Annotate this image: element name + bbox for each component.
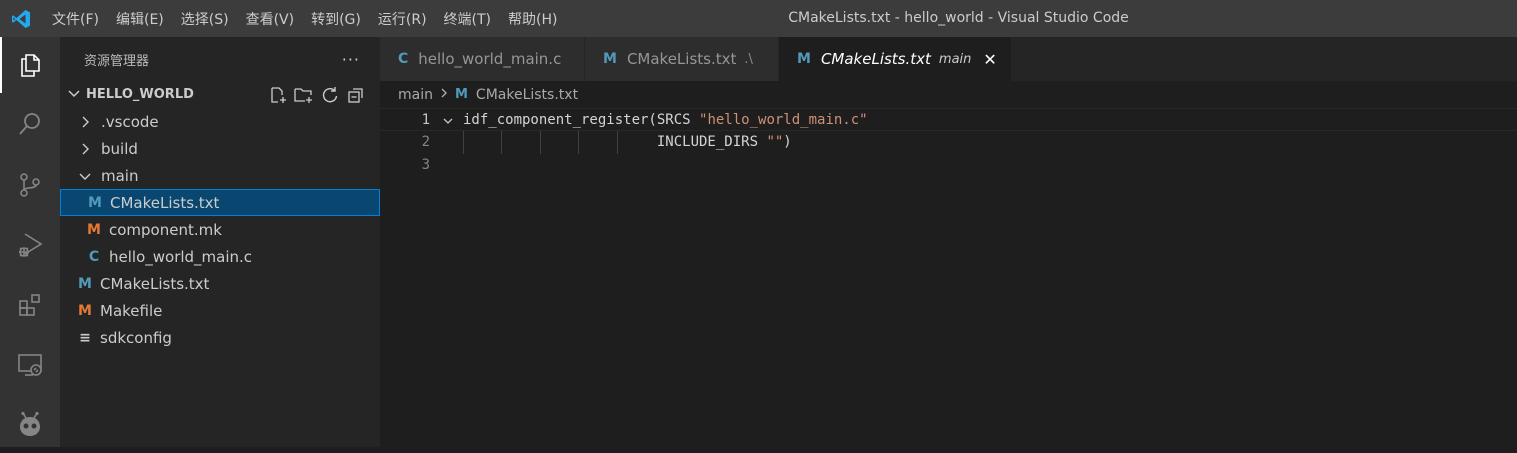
menu-item[interactable]: 文件(F) [52,9,108,29]
tree-item-label: CMakeLists.txt [100,274,210,293]
line-number: 1 [421,112,430,128]
makefile-icon: M [78,302,92,319]
tree-folder[interactable]: build [60,135,380,162]
explorer-header: 资源管理器 ··· [60,37,380,81]
tab-label: CMakeLists.txt [626,50,737,68]
explorer-sidebar: 资源管理器 ··· HELLO_WORLD .vscode build main M C… [60,37,380,447]
line-number: 2 [421,134,430,150]
collapse-all-icon[interactable] [346,85,366,105]
cmake-file-icon: M [88,194,102,211]
chevron-right-icon [439,87,449,103]
tree-file[interactable]: Mcomponent.mk [60,216,380,243]
activity-bar [0,37,60,447]
code-line[interactable]: 3 [380,154,1517,177]
code-editor[interactable]: 1 idf_component_register(SRCS "hello_worl… [380,108,1517,447]
code-token: ) [783,134,792,150]
tree-item-label: sdkconfig [100,328,172,347]
explorer-icon[interactable] [0,37,60,93]
code-token: idf_component_register(SRCS [463,112,700,128]
chevron-right-icon [77,115,93,129]
text-file-icon: ≡ [79,329,91,346]
code-line[interactable]: 2 INCLUDE_DIRS "") [380,131,1517,154]
tree-file[interactable]: ≡ sdkconfig [60,324,380,351]
tab-label: CMakeLists.txt [820,50,931,68]
cmake-file-icon: M [603,51,617,67]
menu-item[interactable]: 编辑(E) [116,9,173,29]
tab-description: .\ [744,51,753,67]
menu-item[interactable]: 转到(G) [311,9,370,29]
fold-chevron-icon[interactable] [440,109,456,132]
tree-file[interactable]: Chello_world_main.c [60,243,380,270]
string-literal: "hello_world_main.c" [699,112,868,128]
close-icon[interactable]: ✕ [983,50,996,69]
menu-item[interactable]: 运行(R) [378,9,436,29]
string-literal: "" [766,134,784,150]
breadcrumb-folder[interactable]: main [398,87,433,103]
tree-item-label: build [101,139,138,158]
tab-label: hello_world_main.c [418,50,562,68]
tree-file[interactable]: M CMakeLists.txt [60,270,380,297]
vscode-logo-icon [4,0,38,37]
menu-item[interactable]: 选择(S) [181,9,238,29]
title-bar: 文件(F) 编辑(E) 选择(S) 查看(V) 转到(G) 运行(R) 终端(T) 帮助(H)… [0,0,1517,37]
tree-folder[interactable]: .vscode [60,108,380,135]
cmake-file-icon: M [78,275,92,292]
menu-item[interactable]: 查看(V) [246,9,304,29]
chevron-down-icon [66,85,82,105]
line-number: 3 [421,157,430,173]
editor-tab[interactable]: M CMakeLists.txt .\ [585,37,779,81]
search-icon[interactable] [0,96,60,152]
more-actions-icon[interactable]: ··· [342,50,360,69]
code-text: idf_component_register(SRCS "hello_world… [463,109,868,132]
workspace-folder-header[interactable]: HELLO_WORLD [60,81,380,108]
menu-item[interactable]: 帮助(H) [508,9,566,29]
new-file-icon[interactable] [268,85,288,105]
source-control-icon[interactable] [0,157,60,213]
c-file-icon: C [88,248,100,265]
new-folder-icon[interactable] [294,85,314,105]
menu-item[interactable]: 终端(T) [444,9,500,29]
explorer-title: 资源管理器 [84,53,150,69]
editor-tab[interactable]: Chello_world_main.c [380,37,585,81]
breadcrumb-file[interactable]: CMakeLists.txt [476,87,578,103]
code-line[interactable]: 1 idf_component_register(SRCS "hello_worl… [380,108,1517,131]
tab-description: main [938,51,972,67]
extensions-icon[interactable] [0,277,60,333]
code-text: INCLUDE_DIRS "") [463,131,792,154]
chevron-down-icon [77,169,93,183]
tree-item-label: CMakeLists.txt [110,193,220,212]
tree-file[interactable]: M CMakeLists.txt [60,189,380,216]
cmake-file-icon: M [454,87,468,102]
tree-item-label: hello_world_main.c [109,247,253,266]
editor-tab-bar: Chello_world_main.c M CMakeLists.txt .\ M CMa… [380,37,1517,81]
tree-item-label: .vscode [101,112,159,131]
breadcrumb: main M CMakeLists.txt [380,81,578,108]
refresh-icon[interactable] [320,85,340,105]
file-tree: .vscode build main M CMakeLists.txt Mcomponen… [60,108,380,351]
tree-item-label: component.mk [109,220,222,239]
c-file-icon: C [398,51,409,67]
code-token: INCLUDE_DIRS [463,134,767,150]
tree-item-label: main [101,166,139,185]
makefile-icon: M [87,221,101,238]
menu-bar: 文件(F) 编辑(E) 选择(S) 查看(V) 转到(G) 运行(R) 终端(T) 帮助(H) [52,9,574,29]
run-debug-icon[interactable] [0,217,60,273]
editor-tab[interactable]: M CMakeLists.txt main ✕ [779,37,1012,81]
cmake-file-icon: M [797,51,811,67]
chevron-right-icon [77,142,93,156]
remote-explorer-icon[interactable] [0,337,60,393]
tree-folder[interactable]: main [60,162,380,189]
tree-file[interactable]: M Makefile [60,297,380,324]
platformio-icon[interactable] [0,397,60,453]
workspace-folder-name: HELLO_WORLD [86,87,194,102]
tree-item-label: Makefile [100,301,163,320]
